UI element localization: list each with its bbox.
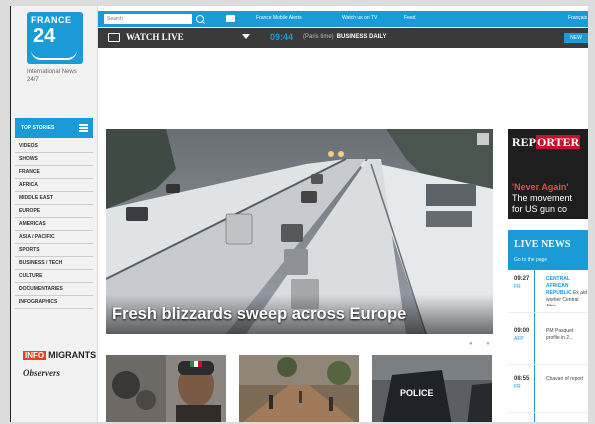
reporters-subtext: The movement for US gun co xyxy=(512,193,572,215)
feed-link[interactable]: Feed xyxy=(404,15,415,21)
observers-link[interactable]: Observers xyxy=(23,368,60,378)
thumbnail-image: POLICE xyxy=(372,355,492,422)
svg-text:POLICE: POLICE xyxy=(400,388,434,398)
live-news-item[interactable]: 08:55 FR Chavan of report xyxy=(508,372,588,413)
top-bar: France Mobile Alerts Watch us on TV Feed… xyxy=(98,11,588,27)
sidebar: FRANCE 24 International News 24/7 TOP ST… xyxy=(11,6,98,422)
tv-screen-icon xyxy=(108,33,120,42)
watch-live-bar[interactable]: WATCH LIVE 09:44 (Paris time) BUSINESS DA… xyxy=(98,28,588,48)
logo-line1: FRANCE xyxy=(31,15,72,25)
story-thumbnail[interactable]: POLICE xyxy=(372,355,492,422)
news-source: FR xyxy=(514,384,521,390)
sidebar-item-videos[interactable]: VIDEOS xyxy=(15,140,93,153)
info-badge: INFO xyxy=(23,351,47,360)
watch-on-tv-link[interactable]: Watch us on TV xyxy=(342,15,377,21)
news-source: FR xyxy=(514,284,521,290)
live-show-prefix: (Paris time) xyxy=(303,34,334,40)
chevron-down-icon[interactable] xyxy=(242,34,250,39)
sidebar-item-middle-east[interactable]: MIDDLE EAST xyxy=(15,192,93,205)
share-icon[interactable] xyxy=(477,133,489,145)
sidebar-item-asia-pacific[interactable]: ASIA / PACIFIC xyxy=(15,231,93,244)
sidebar-item-documentaries[interactable]: DOCUMENTARIES xyxy=(15,283,93,296)
live-news-item[interactable]: 09:27 FR CENTRAL AFRICAN REPUBLIC Ex aid… xyxy=(508,272,588,313)
mobile-alerts-link[interactable]: France Mobile Alerts xyxy=(256,15,302,21)
reporters-subtext-line1: The movement xyxy=(512,193,573,203)
browser-page: FRANCE 24 International News 24/7 TOP ST… xyxy=(10,6,588,422)
sidebar-item-shows[interactable]: SHOWS xyxy=(15,153,93,166)
story-thumbnail[interactable] xyxy=(106,355,226,422)
reporters-logo-part1: REP xyxy=(512,135,536,149)
live-time: 09:44 xyxy=(270,32,294,42)
reporters-headline: 'Never Again' xyxy=(512,182,569,192)
sidebar-item-infographics[interactable]: INFOGRAPHICS xyxy=(15,296,93,309)
sidebar-item-europe[interactable]: EUROPE xyxy=(15,205,93,218)
news-headline: CENTRAL AFRICAN REPUBLIC xyxy=(546,276,572,296)
sidebar-item-france[interactable]: FRANCE xyxy=(15,166,93,179)
tv-icon[interactable] xyxy=(226,15,235,22)
sidebar-nav: VIDEOS SHOWS FRANCE AFRICA MIDDLE EAST E… xyxy=(15,140,93,309)
live-news-title: LIVE NEWS xyxy=(514,239,571,250)
top-stories-header[interactable]: TOP STORIES xyxy=(15,118,93,138)
news-time: 08:55 xyxy=(514,376,530,382)
top-stories-label: TOP STORIES xyxy=(21,125,55,131)
brand-tagline: International News 24/7 xyxy=(27,69,77,83)
news-time: 09:27 xyxy=(514,276,530,282)
menu-icon[interactable] xyxy=(79,124,88,132)
news-time: 09:00 xyxy=(514,328,530,334)
reporters-logo-part2: ORTER xyxy=(536,135,581,149)
logo-wave-icon xyxy=(31,50,77,60)
new-button[interactable]: NEW xyxy=(564,33,588,43)
news-text: CENTRAL AFRICAN REPUBLIC Ex aid worker C… xyxy=(546,276,588,306)
france24-logo[interactable]: FRANCE 24 xyxy=(27,12,83,64)
sidebar-item-americas[interactable]: AMERICAS xyxy=(15,218,93,231)
reporters-promo[interactable]: REPORTER 'Never Again' The movement for … xyxy=(508,129,588,219)
thumbnail-image xyxy=(106,355,226,422)
sidebar-item-culture[interactable]: CULTURE xyxy=(15,270,93,283)
language-link[interactable]: Français xyxy=(568,15,587,21)
thumbnail-image xyxy=(239,355,359,422)
migrants-label: MIGRANTS xyxy=(48,350,97,360)
live-news-item[interactable]: 09:00 AFP PM Pasquet profile in 2... xyxy=(508,324,588,365)
live-news-header[interactable]: LIVE NEWS Go to the page xyxy=(508,230,588,270)
news-text: PM Pasquet profile in 2... xyxy=(546,328,574,341)
live-show-name: BUSINESS DAILY xyxy=(336,34,387,40)
hero-story[interactable]: Fresh blizzards sweep across Europe xyxy=(106,129,493,334)
sidebar-item-business-tech[interactable]: BUSINESS / TECH xyxy=(15,257,93,270)
carousel-dots-icon[interactable]: ● ● xyxy=(469,341,496,347)
watch-live-label[interactable]: WATCH LIVE xyxy=(126,32,184,42)
info-migrants-link[interactable]: INFO MIGRANTS xyxy=(23,350,96,360)
story-thumbnail[interactable] xyxy=(239,355,359,422)
live-news-subtitle[interactable]: Go to the page xyxy=(514,257,547,263)
live-show: (Paris time) BUSINESS DAILY xyxy=(303,34,386,40)
news-source: AFP xyxy=(514,336,524,342)
reporters-logo: REPORTER xyxy=(512,135,581,150)
hero-title[interactable]: Fresh blizzards sweep across Europe xyxy=(112,305,406,324)
news-text: Chavan of report xyxy=(546,376,584,382)
sidebar-item-africa[interactable]: AFRICA xyxy=(15,179,93,192)
logo-line2: 24 xyxy=(33,25,56,47)
sidebar-item-sports[interactable]: SPORTS xyxy=(15,244,93,257)
search-input[interactable] xyxy=(104,14,192,24)
search-icon[interactable] xyxy=(196,15,204,23)
reporters-subtext-line2: for US gun co xyxy=(512,204,568,214)
